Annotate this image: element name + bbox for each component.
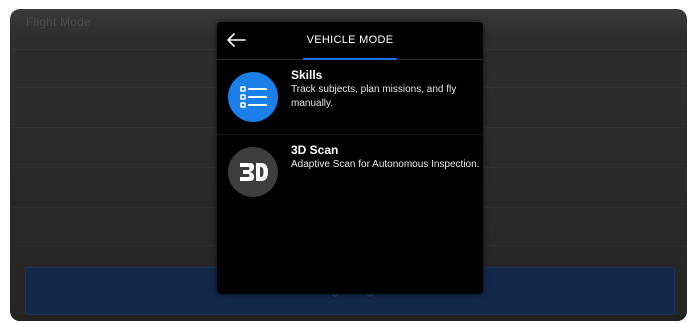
mode-description: Track subjects, plan missions, and fly m… <box>291 84 457 109</box>
3d-icon <box>228 147 278 197</box>
background-title: Flight Mode <box>26 15 91 29</box>
vehicle-mode-dialog: VEHICLE MODE Skills Track subjects, plan… <box>217 22 483 294</box>
mode-item-skills[interactable]: Skills Track subjects, plan missions, an… <box>217 60 483 134</box>
mode-item-3d-scan[interactable]: 3D Scan Adaptive Scan for Autonomous Ins… <box>217 134 483 209</box>
mode-name: Skills <box>291 68 323 82</box>
list-icon <box>228 72 278 122</box>
mode-name: 3D Scan <box>291 143 339 157</box>
dialog-title: VEHICLE MODE <box>306 34 394 46</box>
dialog-header: VEHICLE MODE <box>217 22 483 60</box>
mode-description: Adaptive Scan for Autonomous Inspection. <box>291 159 480 170</box>
bottom-strip <box>10 315 687 321</box>
